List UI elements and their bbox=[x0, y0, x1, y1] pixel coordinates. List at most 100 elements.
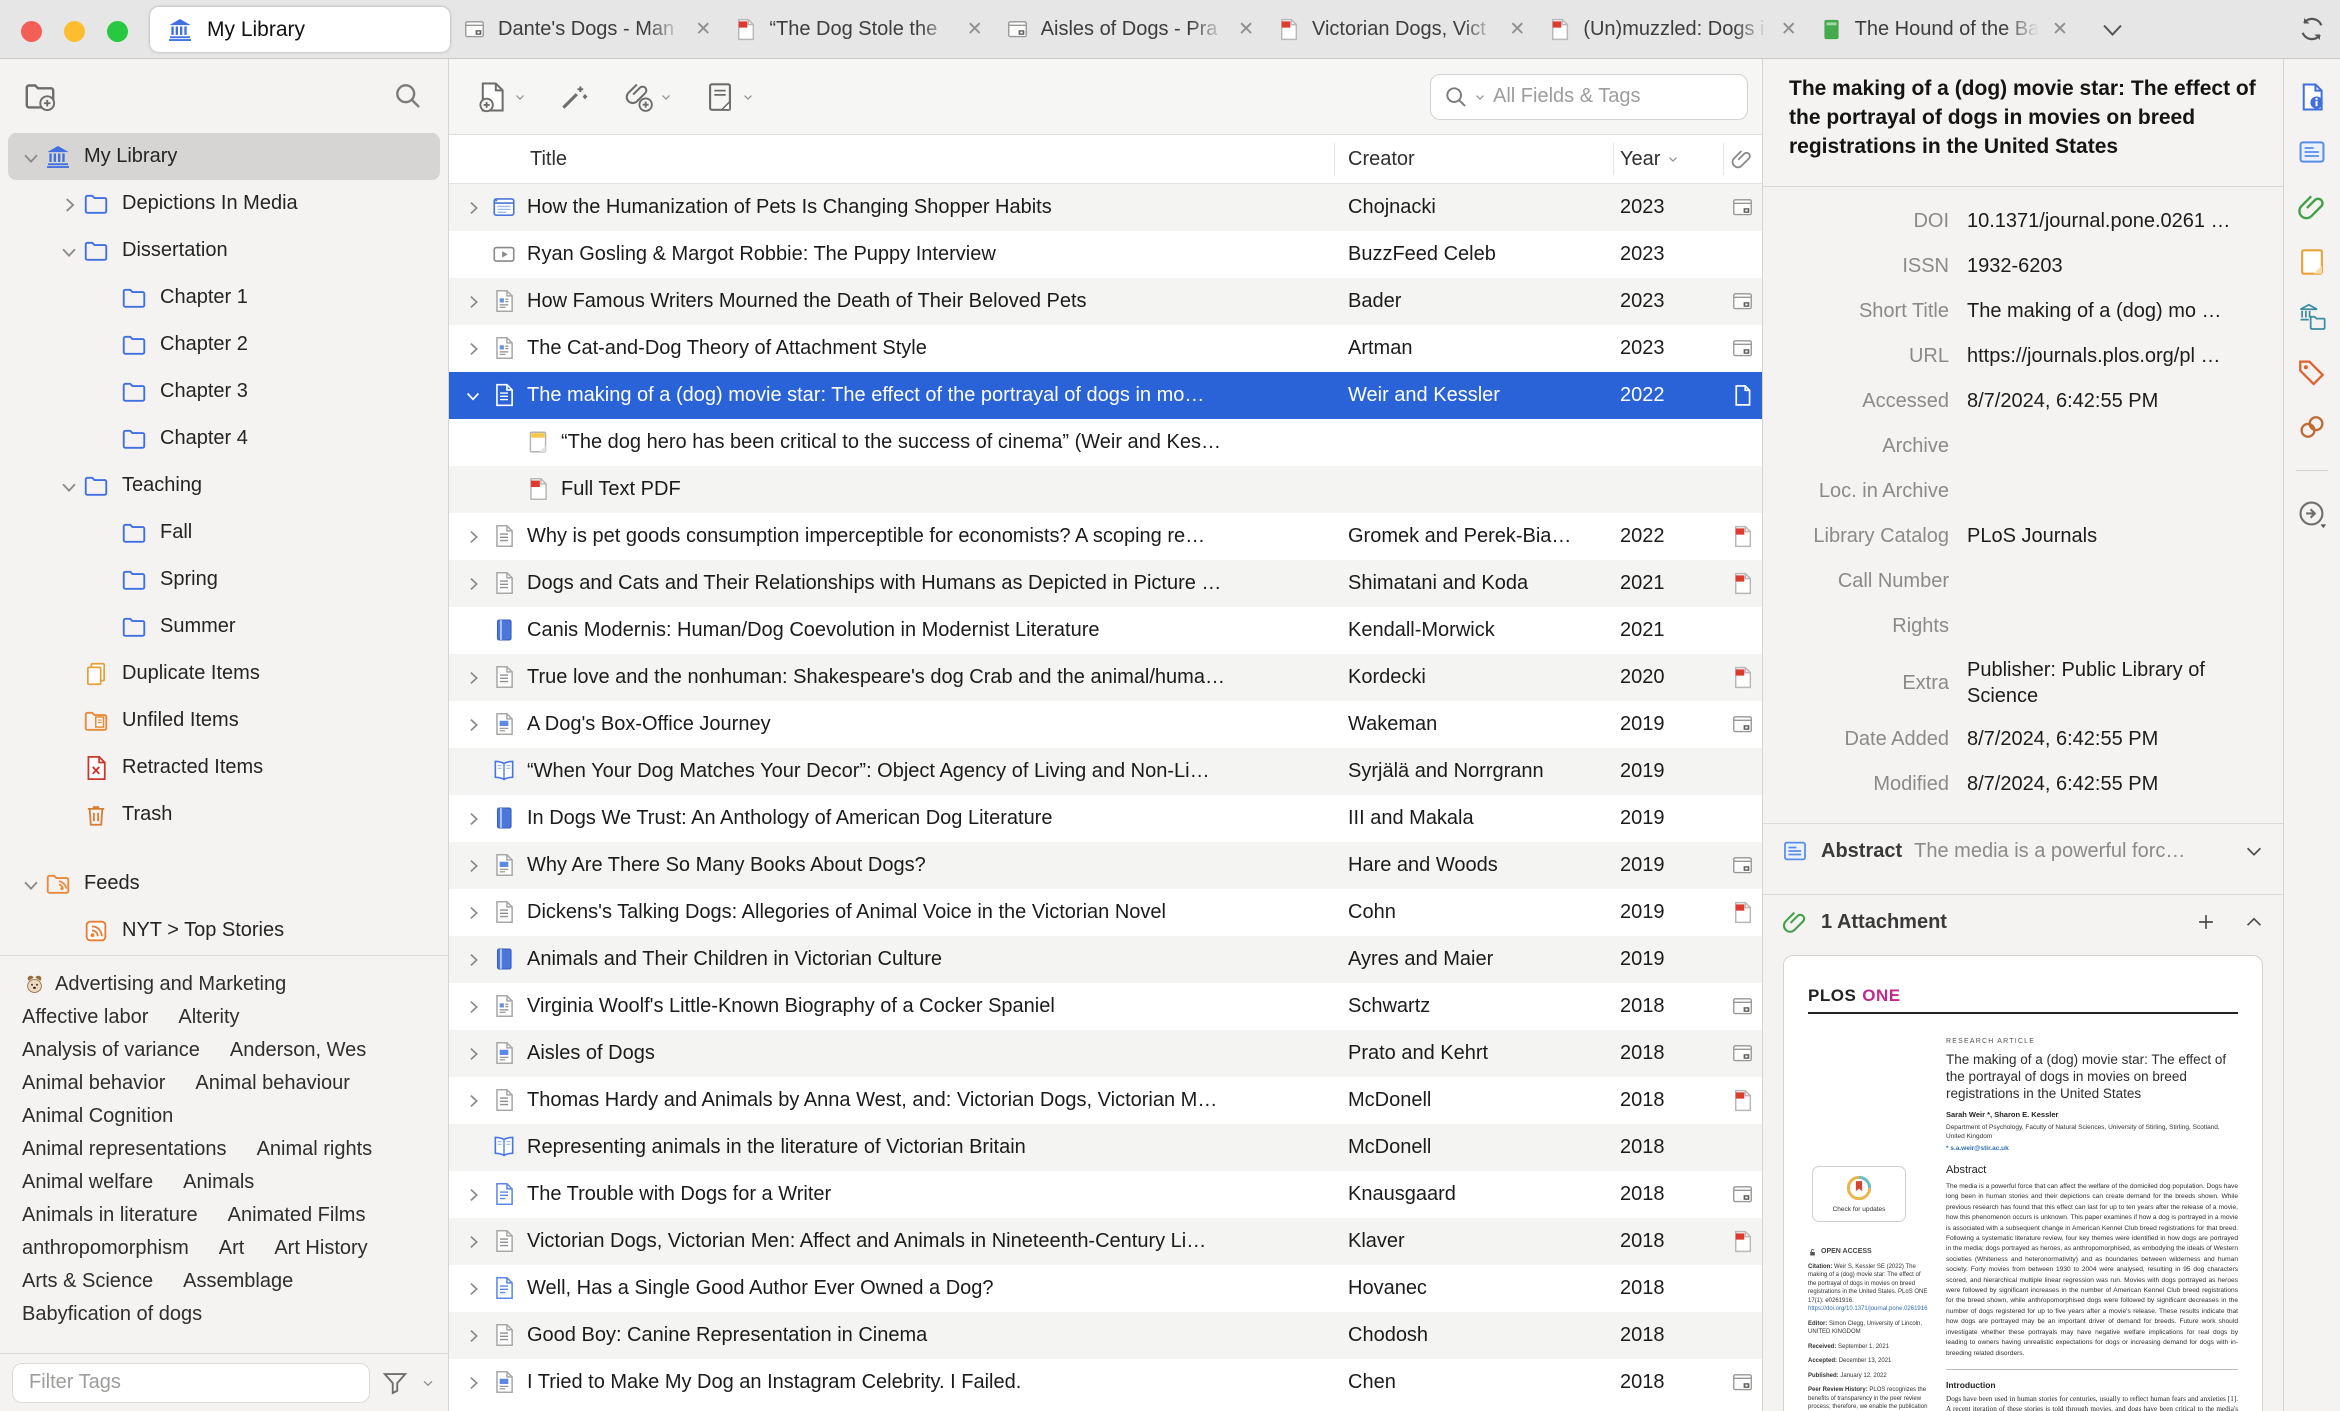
tag-item[interactable]: Animals bbox=[183, 1171, 254, 1194]
sidebar-collection[interactable]: Feeds bbox=[8, 860, 440, 907]
tag-filter-funnel-icon[interactable] bbox=[380, 1368, 410, 1398]
notes-nav-icon[interactable] bbox=[2296, 246, 2328, 278]
field-value[interactable]: https://journals.plos.org/pl … bbox=[1967, 345, 2269, 368]
expand-chevron-icon[interactable] bbox=[463, 621, 483, 641]
twisty-icon[interactable] bbox=[56, 919, 82, 943]
libraries-collections-nav-icon[interactable] bbox=[2296, 301, 2328, 333]
sidebar-collection[interactable]: Duplicate Items bbox=[8, 650, 440, 697]
table-row[interactable]: Animals and Their Children in Victorian … bbox=[449, 936, 1762, 983]
table-row[interactable]: Dogs and Cats and Their Relationships wi… bbox=[449, 560, 1762, 607]
field-value[interactable]: 8/7/2024, 6:42:55 PM bbox=[1967, 728, 2269, 751]
sidebar-collection[interactable]: Unfiled Items bbox=[8, 697, 440, 744]
tag-item[interactable]: Arts & Science bbox=[22, 1270, 153, 1293]
new-note-button[interactable] bbox=[703, 80, 755, 114]
twisty-icon[interactable] bbox=[94, 568, 120, 592]
table-row[interactable]: Aisles of Dogs Prato and Kehrt 2018 bbox=[449, 1030, 1762, 1077]
reader-tab[interactable]: (Un)muzzled: Dogs i ✕ bbox=[1537, 0, 1808, 58]
sync-icon[interactable] bbox=[2297, 14, 2327, 44]
sidebar-collection[interactable]: Chapter 4 bbox=[8, 415, 440, 462]
tag-item[interactable]: anthropomorphism bbox=[22, 1237, 189, 1260]
search-input[interactable] bbox=[1491, 84, 1735, 109]
column-separator[interactable] bbox=[1613, 143, 1614, 175]
expand-chevron-icon[interactable] bbox=[463, 1138, 483, 1158]
field-value[interactable]: Publisher: Public Library of Science bbox=[1967, 649, 2269, 717]
table-row[interactable]: Why Are There So Many Books About Dogs? … bbox=[449, 842, 1762, 889]
tag-item[interactable]: Assemblage bbox=[183, 1270, 293, 1293]
table-row[interactable]: Dickens's Talking Dogs: Allegories of An… bbox=[449, 889, 1762, 936]
table-row[interactable]: True love and the nonhuman: Shakespeare'… bbox=[449, 654, 1762, 701]
expand-chevron-icon[interactable] bbox=[463, 245, 483, 265]
attachments-section-header[interactable]: 1 Attachment bbox=[1763, 894, 2283, 949]
field-value[interactable]: 8/7/2024, 6:42:55 PM bbox=[1967, 390, 2269, 413]
field-value[interactable]: 8/7/2024, 6:42:55 PM bbox=[1967, 773, 2269, 796]
abstract-section-header[interactable]: Abstract The media is a powerful forc… bbox=[1763, 823, 2283, 878]
expand-chevron-icon[interactable] bbox=[463, 762, 483, 782]
expand-chevron-icon[interactable] bbox=[463, 1091, 483, 1111]
table-row[interactable]: Canis Modernis: Human/Dog Coevolution in… bbox=[449, 607, 1762, 654]
expand-chevron-icon[interactable] bbox=[463, 997, 483, 1017]
table-row[interactable]: “The dog hero has been critical to the s… bbox=[449, 419, 1762, 466]
reader-tab[interactable]: Aisles of Dogs - Pra ✕ bbox=[995, 0, 1266, 58]
tab-overflow-chevron-icon[interactable] bbox=[2099, 16, 2126, 43]
new-item-button[interactable] bbox=[475, 80, 527, 114]
table-row[interactable]: Well, Has a Single Good Author Ever Owne… bbox=[449, 1265, 1762, 1312]
column-separator[interactable] bbox=[1723, 143, 1724, 175]
sidebar-collection[interactable]: Retracted Items bbox=[8, 744, 440, 791]
expand-chevron-icon[interactable] bbox=[463, 386, 483, 406]
sidebar-collection[interactable]: Spring bbox=[8, 556, 440, 603]
tag-item[interactable]: Advertising and Marketing bbox=[22, 972, 286, 997]
table-row[interactable]: The making of a (dog) movie star: The ef… bbox=[449, 372, 1762, 419]
sidebar-collection[interactable]: Chapter 1 bbox=[8, 274, 440, 321]
twisty-icon[interactable] bbox=[94, 286, 120, 310]
twisty-icon[interactable] bbox=[94, 333, 120, 357]
column-header-attachment[interactable] bbox=[1730, 135, 1756, 183]
twisty-icon[interactable] bbox=[18, 145, 44, 169]
close-window-button[interactable] bbox=[21, 21, 42, 42]
expand-chevron-icon[interactable] bbox=[463, 1185, 483, 1205]
abstract-nav-icon[interactable] bbox=[2296, 136, 2328, 168]
tag-item[interactable]: Animal behaviour bbox=[195, 1072, 350, 1095]
tab-close-icon[interactable]: ✕ bbox=[1507, 18, 1527, 41]
sidebar-collection[interactable]: My Library bbox=[8, 133, 440, 180]
related-nav-icon[interactable] bbox=[2296, 411, 2328, 443]
search-box[interactable] bbox=[1430, 73, 1748, 120]
expand-chevron-icon[interactable] bbox=[463, 1279, 483, 1299]
sidebar-collection[interactable]: Trash bbox=[8, 791, 440, 838]
expand-chevron-icon[interactable] bbox=[463, 715, 483, 735]
table-row[interactable]: Ryan Gosling & Margot Robbie: The Puppy … bbox=[449, 231, 1762, 278]
tags-nav-icon[interactable] bbox=[2296, 356, 2328, 388]
field-value[interactable]: 10.1371/journal.pone.0261 … bbox=[1967, 210, 2269, 233]
zoom-window-button[interactable] bbox=[107, 21, 128, 42]
tag-filter-chevron-icon[interactable] bbox=[420, 1375, 436, 1391]
column-header-year[interactable]: Year bbox=[1620, 135, 1680, 183]
add-attachment-button[interactable] bbox=[621, 80, 673, 114]
table-row[interactable]: Virginia Woolf's Little-Known Biography … bbox=[449, 983, 1762, 1030]
expand-chevron-icon[interactable] bbox=[463, 527, 483, 547]
twisty-icon[interactable] bbox=[56, 662, 82, 686]
table-row[interactable]: The Cat-and-Dog Theory of Attachment Sty… bbox=[449, 325, 1762, 372]
minimize-window-button[interactable] bbox=[64, 21, 85, 42]
expand-chevron-icon[interactable] bbox=[463, 574, 483, 594]
tag-item[interactable]: Animal representations bbox=[22, 1138, 227, 1161]
tag-item[interactable]: Animal welfare bbox=[22, 1171, 153, 1194]
expand-chevron-icon[interactable] bbox=[463, 198, 483, 218]
tag-item[interactable]: Affective labor bbox=[22, 1006, 148, 1029]
tab-close-icon[interactable]: ✕ bbox=[1779, 18, 1799, 41]
field-value[interactable]: PLoS Journals bbox=[1967, 525, 2269, 548]
twisty-icon[interactable] bbox=[94, 380, 120, 404]
tag-item[interactable]: Animal behavior bbox=[22, 1072, 165, 1095]
item-pane-scroll[interactable]: Language en DOI 10.1371/journal.pone.026… bbox=[1763, 172, 2283, 1411]
attachments-nav-icon[interactable] bbox=[2296, 191, 2328, 223]
expand-chevron-icon[interactable] bbox=[463, 292, 483, 312]
tag-item[interactable]: Anderson, Wes bbox=[230, 1039, 366, 1062]
locate-icon[interactable] bbox=[2296, 498, 2328, 530]
expand-chevron-icon[interactable] bbox=[463, 668, 483, 688]
expand-chevron-icon[interactable] bbox=[463, 903, 483, 923]
twisty-icon[interactable] bbox=[56, 239, 82, 263]
sidebar-collection[interactable]: Teaching bbox=[8, 462, 440, 509]
expand-chevron-icon[interactable] bbox=[463, 1044, 483, 1064]
expand-chevron-icon[interactable] bbox=[463, 809, 483, 829]
tag-item[interactable]: Babyfication of dogs bbox=[22, 1303, 202, 1326]
column-separator[interactable] bbox=[1334, 143, 1335, 175]
table-row[interactable]: Thomas Hardy and Animals by Anna West, a… bbox=[449, 1077, 1762, 1124]
